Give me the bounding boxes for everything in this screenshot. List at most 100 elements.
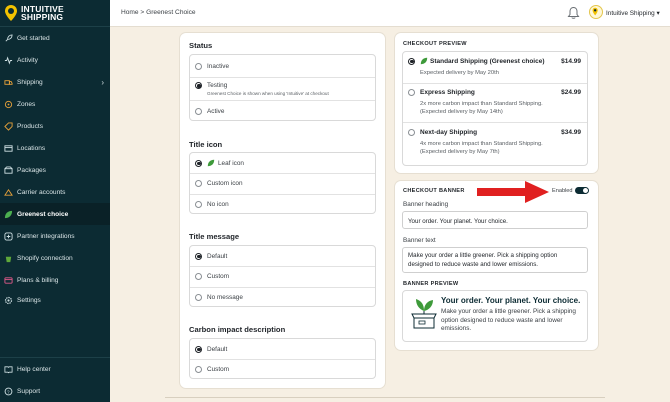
carbon-option-custom[interactable]: Custom — [190, 359, 375, 380]
radio-button[interactable] — [195, 180, 202, 187]
shopify-icon — [5, 256, 12, 262]
title-message-option-default[interactable]: Default — [190, 246, 375, 266]
brand-logo[interactable]: INTUITIVE SHIPPING — [0, 0, 110, 27]
book-icon — [4, 365, 13, 373]
sidebar-item-settings[interactable]: Settings — [0, 289, 110, 311]
radio-button-selected[interactable] — [195, 345, 202, 353]
radio-button-selected[interactable] — [195, 82, 202, 89]
sidebar-item-shopify-connection[interactable]: Shopify connection — [0, 247, 110, 269]
option-label: Default — [207, 345, 228, 353]
checkout-preview-card: CHECKOUT PREVIEW Standard Shipping (Gree… — [395, 33, 598, 173]
shipping-price: $14.99 — [561, 58, 581, 65]
title-message-option-custom[interactable]: Custom — [190, 266, 375, 287]
bell-icon[interactable] — [567, 6, 580, 20]
logo-pin-icon — [592, 7, 598, 16]
banner-heading-label: Banner heading — [403, 201, 449, 208]
sidebar-item-shipping[interactable]: Shipping › — [0, 71, 110, 93]
carbon-impact-options: Default Custom — [189, 338, 376, 379]
sidebar-item-label: Packages — [17, 166, 46, 174]
plant-in-box-icon — [411, 299, 437, 329]
sidebar-item-label: Shipping — [17, 78, 43, 86]
radio-button[interactable] — [408, 88, 415, 96]
option-label: Default — [207, 252, 228, 260]
radio-button[interactable] — [195, 273, 202, 280]
radio-button[interactable] — [195, 201, 202, 208]
banner-heading-input[interactable]: Your order. Your planet. Your choice. — [402, 211, 588, 229]
sidebar-item-label: Zones — [17, 100, 36, 108]
shipping-options: Standard Shipping (Greenest choice) $14.… — [402, 51, 588, 166]
carbon-option-default[interactable]: Default — [190, 339, 375, 359]
radio-button[interactable] — [195, 366, 202, 373]
leaf-icon — [207, 159, 215, 167]
sidebar-item-get-started[interactable]: Get started — [0, 27, 110, 49]
banner-text-label: Banner text — [403, 237, 436, 244]
radio-button-selected[interactable] — [195, 159, 202, 167]
brand-line2: SHIPPING — [21, 12, 64, 22]
sidebar-item-support[interactable]: ? Support — [0, 380, 110, 402]
status-title: Status — [189, 41, 213, 50]
title-message-option-none[interactable]: No message — [190, 287, 375, 308]
greenest-choice-settings-card: Status Inactive Testing Greenest Choice … — [180, 33, 385, 388]
option-label: No icon — [207, 201, 229, 208]
title-icon-options: Leaf icon Custom icon No icon — [189, 152, 376, 214]
status-option-inactive[interactable]: Inactive — [190, 55, 375, 77]
location-icon — [4, 144, 13, 152]
shipping-option-delivery: (Expected delivery by May 7th) — [420, 149, 500, 155]
status-option-active[interactable]: Active — [190, 100, 375, 122]
sidebar-item-activity[interactable]: Activity — [0, 49, 110, 71]
banner-text-input[interactable]: Make your order a little greener. Pick a… — [402, 247, 588, 273]
testing-help-text: Greenest Choice is shown when using 'Int… — [207, 91, 329, 96]
banner-preview-text: Make your order a little greener. Pick a… — [441, 308, 576, 332]
banner-preview-title: Your order. Your planet. Your choice. — [441, 296, 581, 305]
breadcrumb[interactable]: Home > Greenest Choice — [121, 9, 196, 16]
title-icon-title: Title icon — [189, 140, 223, 149]
account-name: Intuitive Shipping — [606, 10, 655, 17]
zones-icon — [4, 100, 13, 108]
option-label: No message — [207, 294, 243, 301]
sidebar-item-packages[interactable]: Packages — [0, 159, 110, 181]
radio-button[interactable] — [195, 294, 202, 301]
title-icon-option-leaf[interactable]: Leaf icon — [190, 153, 375, 173]
title-icon-option-custom[interactable]: Custom icon — [190, 173, 375, 194]
sidebar-item-products[interactable]: Products — [0, 115, 110, 137]
shipping-option-next-day[interactable]: Next-day Shipping — [403, 124, 587, 140]
sidebar-item-label: Partner integrations — [17, 232, 75, 240]
checkout-banner-heading: CHECKOUT BANNER — [403, 188, 465, 194]
checkout-preview-heading: CHECKOUT PREVIEW — [403, 41, 467, 47]
integration-icon — [4, 231, 13, 241]
radio-button[interactable] — [408, 128, 415, 136]
caret-down-icon: ▾ — [656, 10, 660, 17]
package-icon — [4, 165, 13, 174]
sidebar-item-zones[interactable]: Zones — [0, 93, 110, 115]
title-message-title: Title message — [189, 232, 240, 241]
account-avatar[interactable] — [589, 5, 603, 19]
carbon-impact-title: Carbon impact description — [189, 325, 286, 334]
truck-icon — [4, 79, 13, 85]
banner-enabled-toggle[interactable] — [575, 187, 589, 194]
leaf-icon — [4, 210, 13, 218]
option-label: Custom icon — [207, 180, 243, 187]
sidebar-item-greenest-choice[interactable]: Greenest choice — [0, 203, 110, 225]
title-icon-option-none[interactable]: No icon — [190, 194, 375, 215]
shipping-option-express[interactable]: Express Shipping — [403, 84, 587, 100]
option-label: Active — [207, 107, 225, 115]
account-menu[interactable]: Intuitive Shipping ▾ — [606, 9, 660, 17]
shipping-option-title: Next-day Shipping — [420, 128, 478, 136]
sidebar-item-plans-billing[interactable]: Plans & billing — [0, 269, 110, 291]
shipping-option-detail: 4x more carbon impact than Standard Ship… — [420, 141, 543, 147]
sidebar-item-label: Locations — [17, 144, 46, 152]
sidebar-item-help-center[interactable]: Help center — [0, 358, 110, 380]
sidebar-item-label: Products — [17, 122, 44, 130]
shipping-option-standard[interactable]: Standard Shipping (Greenest choice) — [403, 54, 587, 68]
banner-preview-heading: BANNER PREVIEW — [403, 281, 459, 287]
sidebar-item-partner-integrations[interactable]: Partner integrations — [0, 225, 110, 247]
shipping-option-detail: 2x more carbon impact than Standard Ship… — [420, 101, 543, 107]
radio-button-selected[interactable] — [408, 57, 415, 65]
radio-button[interactable] — [195, 62, 202, 70]
radio-button-selected[interactable] — [195, 252, 202, 260]
sidebar-item-carrier-accounts[interactable]: Carrier accounts — [0, 181, 110, 203]
tag-icon — [4, 121, 13, 131]
radio-button[interactable] — [195, 107, 202, 115]
sidebar-item-label: Support — [17, 387, 41, 395]
sidebar-item-locations[interactable]: Locations — [0, 137, 110, 159]
